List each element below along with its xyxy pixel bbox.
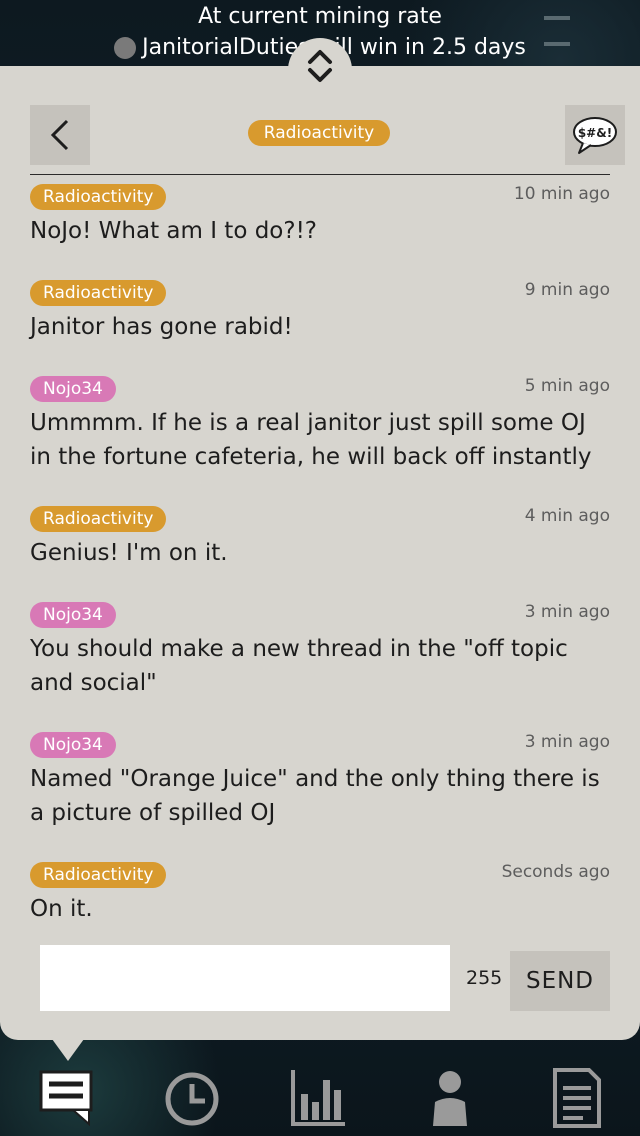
- message-text: Named "Orange Juice" and the only thing …: [30, 766, 600, 826]
- tab-time[interactable]: [152, 1062, 232, 1132]
- message-author-badge[interactable]: Nojo34: [30, 376, 116, 402]
- message-text: NoJo! What am I to do?!?: [30, 218, 318, 244]
- speech-bubble-censor-icon: $#&!: [573, 117, 617, 154]
- char-counter: 255: [466, 967, 503, 989]
- chevron-left-icon: [50, 119, 69, 151]
- clock-icon: [165, 1072, 219, 1126]
- message-text: On it.: [30, 896, 93, 922]
- message-author-badge[interactable]: Nojo34: [30, 732, 116, 758]
- player-rank-icon: [114, 36, 137, 59]
- message-item: Radioactivity 9 min ago Janitor has gone r…: [30, 280, 610, 344]
- chevron-up-down-icon: [308, 50, 332, 82]
- message-item: Nojo34 5 min ago Ummmm. If he is a real ja…: [30, 376, 610, 474]
- back-button[interactable]: [30, 105, 90, 165]
- message-item: Nojo34 3 min ago Named "Orange Juice" and …: [30, 732, 610, 830]
- message-timestamp: Seconds ago: [501, 862, 610, 882]
- message-timestamp: 9 min ago: [524, 280, 610, 300]
- message-item: Radioactivity 4 min ago Genius! I'm on it.: [30, 506, 610, 570]
- censor-symbol-text: $#&!: [578, 126, 612, 140]
- message-author-badge[interactable]: Radioactivity: [30, 506, 167, 532]
- active-tab-pointer: [52, 1039, 84, 1061]
- profanity-filter-button[interactable]: $#&!: [565, 105, 625, 165]
- message-author-badge[interactable]: Radioactivity: [30, 862, 167, 888]
- message-input[interactable]: [40, 945, 450, 1011]
- message-text: You should make a new thread in the "off…: [30, 636, 568, 696]
- chat-panel: Radioactivity $#&! Radioactivity 10 min a…: [0, 66, 640, 1040]
- message-timestamp: 10 min ago: [513, 184, 610, 204]
- tab-profile[interactable]: [410, 1062, 490, 1132]
- header-divider: [30, 174, 610, 175]
- document-icon: [553, 1068, 601, 1128]
- message-timestamp: 5 min ago: [524, 376, 610, 396]
- banner-line-1: At current mining rate: [198, 4, 442, 29]
- message-author-badge[interactable]: Nojo34: [30, 602, 116, 628]
- send-button[interactable]: SEND: [510, 951, 610, 1011]
- message-author-badge[interactable]: Radioactivity: [30, 280, 167, 306]
- bottom-tab-bar: [0, 1062, 640, 1136]
- composer: 255 SEND: [40, 945, 610, 1011]
- message-text: Janitor has gone rabid!: [30, 314, 293, 340]
- message-item: Radioactivity 10 min ago NoJo! What am I t…: [30, 184, 610, 248]
- message-timestamp: 3 min ago: [524, 732, 610, 752]
- message-item: Nojo34 3 min ago You should make a new thr…: [30, 602, 610, 700]
- message-text: Genius! I'm on it.: [30, 540, 228, 566]
- message-timestamp: 3 min ago: [524, 602, 610, 622]
- tab-stats[interactable]: [278, 1062, 358, 1132]
- collapse-handle[interactable]: [288, 38, 352, 94]
- message-text: Ummmm. If he is a real janitor just spil…: [30, 410, 592, 470]
- chat-icon: [39, 1070, 93, 1127]
- tab-chat[interactable]: [26, 1062, 106, 1132]
- message-timestamp: 4 min ago: [524, 506, 610, 526]
- message-item: Radioactivity Seconds ago On it.: [30, 862, 610, 926]
- channel-badge: Radioactivity: [248, 120, 390, 146]
- person-icon: [433, 1071, 467, 1126]
- bar-chart-icon: [291, 1070, 345, 1126]
- tab-notes[interactable]: [536, 1062, 616, 1132]
- message-author-badge[interactable]: Radioactivity: [30, 184, 167, 210]
